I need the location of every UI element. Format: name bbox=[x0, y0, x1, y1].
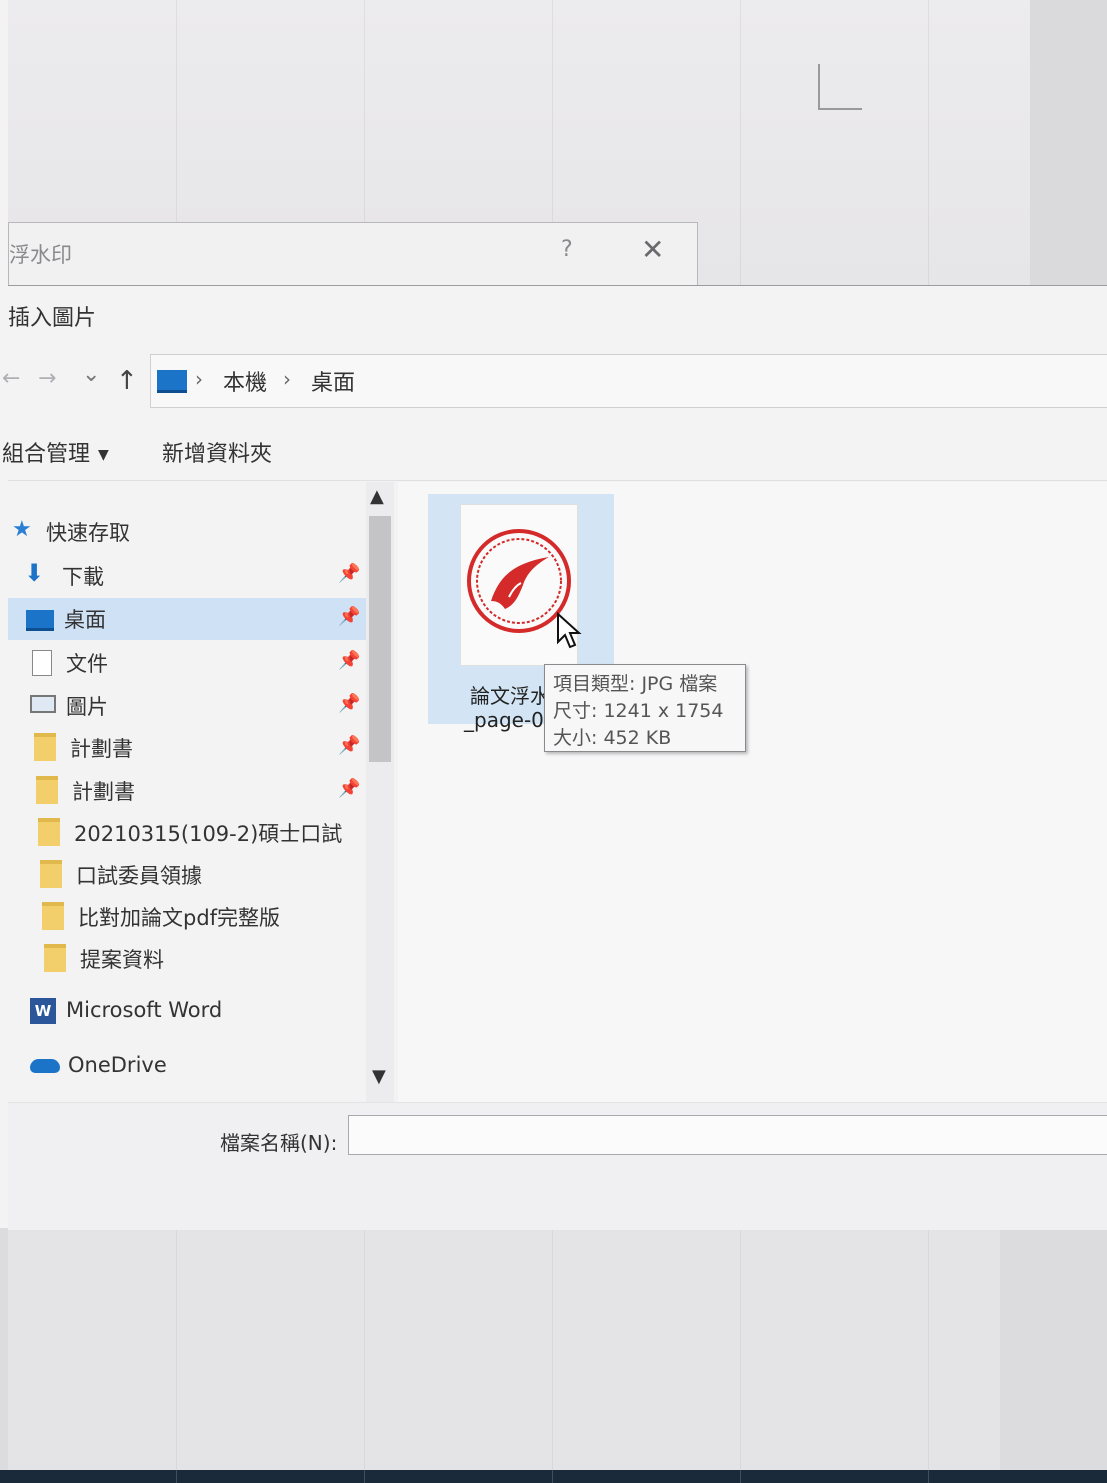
navigation-pane: ★ 快速存取 ⬇ 下載 📌 桌面 📌 文件 📌 圖片 📌 計劃書 📌 計劃書 📌… bbox=[8, 482, 366, 1102]
dialog-title: 插入圖片 bbox=[8, 306, 97, 331]
watermark-dialog-title: 浮水印 bbox=[9, 243, 72, 267]
nav-item-label: 計劃書 bbox=[72, 780, 135, 804]
nav-item-label: 文件 bbox=[66, 652, 108, 676]
file-name-line2: _page-0 bbox=[464, 708, 544, 732]
caret-down-icon: ▼ bbox=[98, 447, 109, 463]
nav-item-label: 比對加論文pdf完整版 bbox=[78, 906, 281, 930]
file-name: 論文浮水 bbox=[470, 684, 550, 708]
pin-icon[interactable]: 📌 bbox=[338, 778, 360, 799]
mouse-cursor-icon bbox=[557, 612, 582, 649]
folder-icon bbox=[34, 733, 56, 761]
nav-item-folder-thesis-pdf[interactable]: 比對加論文pdf完整版 bbox=[8, 896, 366, 938]
nav-item-folder-committee-receipts[interactable]: 口試委員領據 bbox=[8, 854, 366, 896]
desktop-icon bbox=[26, 610, 54, 631]
folder-icon bbox=[40, 860, 62, 888]
pin-icon[interactable]: 📌 bbox=[338, 735, 360, 756]
toolbar: 組合管理 ▼ 新增資料夾 bbox=[2, 426, 1107, 478]
forward-button[interactable]: → bbox=[38, 366, 56, 391]
nav-item-label: Microsoft Word bbox=[66, 998, 223, 1022]
nav-item-folder-proposal-data[interactable]: 提案資料 bbox=[8, 938, 366, 980]
nav-item-label: 口試委員領據 bbox=[76, 864, 202, 888]
watermark-dialog: 浮水印 ? ✕ bbox=[8, 222, 698, 288]
nav-item-onedrive[interactable]: OneDrive bbox=[8, 1047, 366, 1089]
folder-icon bbox=[44, 944, 66, 972]
nav-item-downloads[interactable]: ⬇ 下載 📌 bbox=[8, 555, 366, 597]
breadcrumb-desktop[interactable]: 桌面 bbox=[311, 365, 355, 397]
screen-bottom-edge bbox=[0, 1470, 1107, 1483]
pin-icon[interactable]: 📌 bbox=[338, 563, 360, 584]
nav-item-label: 下載 bbox=[62, 565, 104, 589]
organize-button[interactable]: 組合管理 ▼ bbox=[2, 436, 109, 468]
pin-icon[interactable]: 📌 bbox=[338, 606, 360, 627]
tooltip-item-type: 項目類型: JPG 檔案 bbox=[553, 673, 718, 695]
nav-item-label: 20210315(109-2)碩士口試 bbox=[74, 822, 343, 846]
page-corner-mark bbox=[818, 64, 862, 110]
filename-bar: 檔案名稱(N): bbox=[8, 1102, 1107, 1230]
file-list-area[interactable]: 論文浮水 _page-0 bbox=[398, 482, 1107, 1102]
star-icon: ★ bbox=[12, 517, 32, 542]
download-icon: ⬇ bbox=[24, 559, 45, 587]
scroll-down-icon[interactable]: ▼ bbox=[372, 1066, 386, 1087]
nav-item-label: 計劃書 bbox=[70, 737, 133, 761]
divider bbox=[8, 480, 1107, 481]
pin-icon[interactable]: 📌 bbox=[338, 650, 360, 671]
nav-item-documents[interactable]: 文件 📌 bbox=[8, 642, 366, 684]
cloud-icon bbox=[30, 1059, 60, 1073]
organize-label: 組合管理 bbox=[2, 442, 91, 467]
pictures-icon bbox=[30, 695, 56, 713]
document-right-margin bbox=[1030, 0, 1107, 290]
nav-item-microsoft-word[interactable]: W Microsoft Word bbox=[8, 992, 366, 1034]
filename-input[interactable] bbox=[348, 1115, 1107, 1155]
breadcrumb-this-pc[interactable]: 本機 bbox=[223, 365, 267, 397]
address-bar[interactable]: › 本機 › 桌面 bbox=[150, 354, 1107, 408]
this-pc-icon[interactable] bbox=[157, 370, 187, 393]
new-folder-button[interactable]: 新增資料夾 bbox=[162, 436, 272, 468]
nav-item-desktop[interactable]: 桌面 📌 bbox=[8, 598, 366, 640]
nav-pane-scrollbar[interactable]: ▲ ▼ bbox=[366, 482, 394, 1102]
nav-item-label: 提案資料 bbox=[80, 948, 164, 972]
filename-label: 檔案名稱(N): bbox=[220, 1131, 338, 1155]
document-page-bottom bbox=[8, 1228, 1000, 1470]
scroll-up-icon[interactable]: ▲ bbox=[370, 486, 384, 507]
path-separator: › bbox=[195, 367, 203, 391]
document-icon bbox=[32, 650, 52, 676]
folder-icon bbox=[36, 776, 58, 804]
nav-item-folder-proposal-2[interactable]: 計劃書 📌 bbox=[8, 770, 366, 812]
folder-icon bbox=[42, 902, 64, 930]
path-separator: › bbox=[283, 367, 291, 391]
up-button[interactable]: ↑ bbox=[116, 366, 138, 396]
back-button[interactable]: ← bbox=[2, 366, 20, 391]
nav-item-folder-proposal[interactable]: 計劃書 📌 bbox=[8, 727, 366, 769]
nav-item-pictures[interactable]: 圖片 📌 bbox=[8, 685, 366, 727]
nav-item-folder-oral-exam[interactable]: 20210315(109-2)碩士口試 bbox=[8, 812, 366, 854]
insert-picture-dialog: 插入圖片 ← → ⌄ ↑ › 本機 › 桌面 組合管理 ▼ 新增資料夾 ★ 快速存… bbox=[2, 285, 1107, 1230]
nav-item-label: 圖片 bbox=[66, 695, 108, 719]
file-info-tooltip: 項目類型: JPG 檔案 尺寸: 1241 x 1754 大小: 452 KB bbox=[544, 664, 746, 752]
nav-item-label: 快速存取 bbox=[46, 521, 130, 545]
nav-item-label: OneDrive bbox=[68, 1053, 167, 1077]
nav-item-label: 桌面 bbox=[64, 608, 106, 632]
tooltip-dimensions: 尺寸: 1241 x 1754 bbox=[553, 700, 724, 722]
folder-icon bbox=[38, 818, 60, 846]
navigation-bar: ← → ⌄ ↑ › 本機 › 桌面 bbox=[2, 348, 1107, 410]
word-icon: W bbox=[30, 998, 56, 1024]
close-button[interactable]: ✕ bbox=[641, 233, 664, 266]
nav-item-quick-access[interactable]: ★ 快速存取 bbox=[8, 511, 366, 553]
scroll-thumb[interactable] bbox=[369, 516, 391, 762]
help-button[interactable]: ? bbox=[561, 237, 573, 262]
recent-locations-button[interactable]: ⌄ bbox=[82, 362, 100, 387]
pin-icon[interactable]: 📌 bbox=[338, 693, 360, 714]
tooltip-size: 大小: 452 KB bbox=[553, 727, 672, 749]
